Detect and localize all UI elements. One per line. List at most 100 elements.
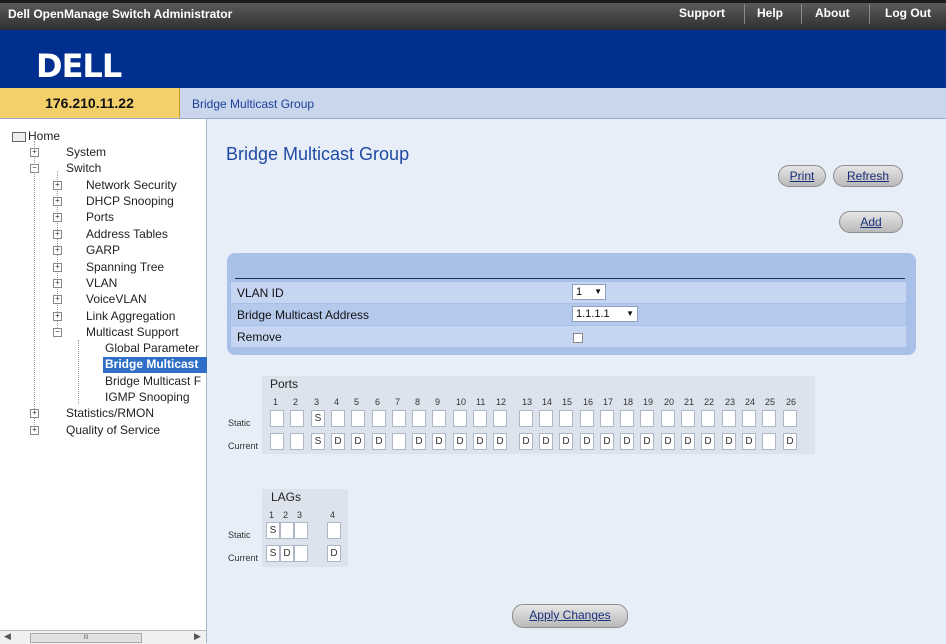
port-current-cell[interactable]: D xyxy=(620,433,634,450)
nav-ports[interactable]: Ports xyxy=(86,210,114,224)
expand-icon[interactable]: + xyxy=(53,213,62,222)
lag-current-cell[interactable]: D xyxy=(327,545,341,562)
lag-static-cell[interactable] xyxy=(280,522,294,539)
expand-icon[interactable]: + xyxy=(53,263,62,272)
multicast-address-select[interactable]: 1.1.1.1 ▼ xyxy=(572,306,638,322)
port-static-cell[interactable] xyxy=(783,410,797,427)
logout-link[interactable]: Log Out xyxy=(885,6,931,20)
help-link[interactable]: Help xyxy=(757,6,783,20)
port-current-cell[interactable]: D xyxy=(722,433,736,450)
expand-icon[interactable]: + xyxy=(53,197,62,206)
nav-bridge-multicast-group[interactable]: Bridge Multicast xyxy=(103,357,207,373)
port-current-cell[interactable]: D xyxy=(661,433,675,450)
port-static-cell[interactable]: S xyxy=(311,410,325,427)
port-current-cell[interactable]: D xyxy=(539,433,553,450)
lag-current-cell[interactable]: D xyxy=(280,545,294,562)
add-button[interactable]: Add xyxy=(839,211,903,233)
port-static-cell[interactable] xyxy=(681,410,695,427)
nav-system[interactable]: System xyxy=(66,145,106,159)
port-current-cell[interactable]: D xyxy=(580,433,594,450)
nav-address-tables[interactable]: Address Tables xyxy=(86,227,168,241)
expand-icon[interactable]: + xyxy=(53,279,62,288)
collapse-icon[interactable]: − xyxy=(53,328,62,337)
scroll-thumb[interactable]: III xyxy=(30,633,142,643)
port-static-cell[interactable] xyxy=(722,410,736,427)
port-static-cell[interactable] xyxy=(270,410,284,427)
port-static-cell[interactable] xyxy=(473,410,487,427)
port-current-cell[interactable]: D xyxy=(742,433,756,450)
port-current-cell[interactable]: D xyxy=(640,433,654,450)
about-link[interactable]: About xyxy=(815,6,850,20)
expand-icon[interactable]: + xyxy=(53,295,62,304)
port-current-cell[interactable]: D xyxy=(519,433,533,450)
expand-icon[interactable]: + xyxy=(53,312,62,321)
expand-icon[interactable]: + xyxy=(53,230,62,239)
lag-current-cell[interactable]: S xyxy=(266,545,280,562)
port-current-cell[interactable] xyxy=(762,433,776,450)
vlan-id-select[interactable]: 1 ▼ xyxy=(572,284,606,300)
port-current-cell[interactable]: D xyxy=(701,433,715,450)
port-current-cell[interactable]: D xyxy=(600,433,614,450)
lag-static-cell[interactable]: S xyxy=(266,522,280,539)
port-static-cell[interactable] xyxy=(519,410,533,427)
scroll-left-icon[interactable]: ◀ xyxy=(4,631,11,642)
port-static-cell[interactable] xyxy=(412,410,426,427)
print-button[interactable]: Print xyxy=(778,165,826,187)
port-static-cell[interactable] xyxy=(453,410,467,427)
port-current-cell[interactable]: D xyxy=(351,433,365,450)
expand-icon[interactable]: + xyxy=(30,148,39,157)
port-current-cell[interactable]: D xyxy=(372,433,386,450)
port-current-cell[interactable]: D xyxy=(493,433,507,450)
port-current-cell[interactable]: D xyxy=(473,433,487,450)
port-current-cell[interactable]: D xyxy=(681,433,695,450)
expand-icon[interactable]: + xyxy=(30,409,39,418)
nav-home[interactable]: Home xyxy=(12,129,60,143)
expand-icon[interactable]: + xyxy=(53,246,62,255)
nav-voicevlan[interactable]: VoiceVLAN xyxy=(86,292,147,306)
port-static-cell[interactable] xyxy=(493,410,507,427)
port-current-cell[interactable]: D xyxy=(453,433,467,450)
port-static-cell[interactable] xyxy=(539,410,553,427)
port-static-cell[interactable] xyxy=(661,410,675,427)
horizontal-scrollbar[interactable]: ◀ III ▶ xyxy=(0,630,206,644)
nav-multicast-support[interactable]: Multicast Support xyxy=(86,325,179,339)
port-current-cell[interactable] xyxy=(270,433,284,450)
nav-dhcp-snooping[interactable]: DHCP Snooping xyxy=(86,194,174,208)
refresh-button[interactable]: Refresh xyxy=(833,165,903,187)
port-static-cell[interactable] xyxy=(432,410,446,427)
expand-icon[interactable]: + xyxy=(53,181,62,190)
port-static-cell[interactable] xyxy=(392,410,406,427)
remove-checkbox[interactable] xyxy=(573,333,583,343)
port-current-cell[interactable]: D xyxy=(783,433,797,450)
nav-switch[interactable]: Switch xyxy=(66,161,101,175)
port-static-cell[interactable] xyxy=(331,410,345,427)
port-static-cell[interactable] xyxy=(372,410,386,427)
nav-network-security[interactable]: Network Security xyxy=(86,178,177,192)
nav-quality-of-service[interactable]: Quality of Service xyxy=(66,423,160,437)
port-static-cell[interactable] xyxy=(640,410,654,427)
port-current-cell[interactable]: D xyxy=(432,433,446,450)
nav-statistics-rmon[interactable]: Statistics/RMON xyxy=(66,406,154,420)
port-static-cell[interactable] xyxy=(701,410,715,427)
port-current-cell[interactable]: D xyxy=(559,433,573,450)
nav-global-parameters[interactable]: Global Parameter xyxy=(105,341,199,355)
port-current-cell[interactable] xyxy=(392,433,406,450)
port-current-cell[interactable] xyxy=(290,433,304,450)
nav-bridge-multicast-forward[interactable]: Bridge Multicast F xyxy=(105,374,207,388)
port-static-cell[interactable] xyxy=(762,410,776,427)
nav-garp[interactable]: GARP xyxy=(86,243,120,257)
lag-static-cell[interactable] xyxy=(327,522,341,539)
port-static-cell[interactable] xyxy=(290,410,304,427)
lag-current-cell[interactable] xyxy=(294,545,308,562)
port-static-cell[interactable] xyxy=(742,410,756,427)
port-static-cell[interactable] xyxy=(559,410,573,427)
port-static-cell[interactable] xyxy=(580,410,594,427)
port-static-cell[interactable] xyxy=(351,410,365,427)
port-current-cell[interactable]: S xyxy=(311,433,325,450)
nav-igmp-snooping[interactable]: IGMP Snooping xyxy=(105,390,190,404)
expand-icon[interactable]: + xyxy=(30,426,39,435)
port-static-cell[interactable] xyxy=(620,410,634,427)
port-current-cell[interactable]: D xyxy=(331,433,345,450)
apply-changes-button[interactable]: Apply Changes xyxy=(512,604,628,628)
support-link[interactable]: Support xyxy=(679,6,725,20)
